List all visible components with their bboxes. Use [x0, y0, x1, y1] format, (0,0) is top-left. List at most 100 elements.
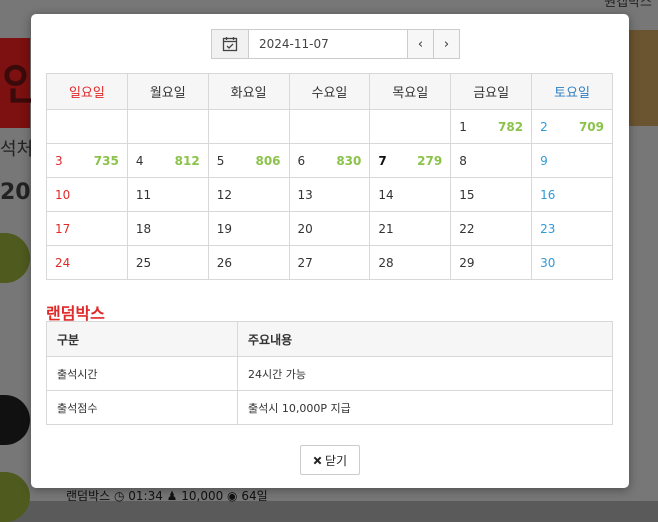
calendar-day-cell[interactable]: 5 806 [207, 143, 290, 178]
calendar-day-number: 11 [135, 187, 152, 202]
weekday-header-sunday: 일요일 [46, 73, 128, 110]
prev-month-button[interactable]: ‹ [408, 29, 434, 59]
calendar-day-cell[interactable]: 18 [126, 211, 209, 246]
calendar-day-number: 24 [55, 255, 71, 270]
calendar-empty-cell [46, 109, 128, 144]
calendar-body: 1 782 2 709 3 735 4 812 5 806 6 830 7 279 8 9 10 11 12 13 14… [46, 109, 613, 280]
calendar-empty-cell [288, 109, 371, 144]
attendance-count: 812 [174, 153, 200, 168]
close-button-label: 닫기 [324, 453, 348, 468]
calendar-day-cell[interactable]: 20 [288, 211, 371, 246]
calendar-day-cell[interactable]: 11 [126, 177, 209, 212]
next-month-button[interactable]: › [434, 29, 460, 59]
close-button[interactable]: 닫기 [300, 445, 360, 475]
calendar-week-row: 3 735 4 812 5 806 6 830 7 279 8 9 [46, 143, 613, 178]
calendar-day-number: 4 [135, 153, 144, 168]
calendar-day-cell[interactable]: 3 735 [46, 143, 128, 178]
calendar-day-content: 4 812 [136, 154, 200, 168]
calendar-day-cell[interactable]: 4 812 [126, 143, 209, 178]
calendar-day-content: 3 735 [55, 154, 119, 168]
calendar-day-cell[interactable]: 26 [207, 245, 290, 280]
calendar-day-number: 28 [378, 255, 394, 270]
calendar-day-number: 21 [378, 221, 394, 236]
calendar-day-cell[interactable]: 15 [450, 177, 533, 212]
calendar-day-number: 20 [297, 221, 313, 236]
weekday-header-thursday: 목요일 [369, 73, 452, 110]
table-row: 출석시간 24시간 가능 [46, 356, 613, 391]
table-row: 출석점수 출석시 10,000P 지급 [46, 390, 613, 425]
calendar-day-cell[interactable]: 27 [288, 245, 371, 280]
calendar-day-content: 18 [136, 222, 200, 236]
calendar-day-cell[interactable]: 17 [46, 211, 128, 246]
calendar-day-cell[interactable]: 1 782 [450, 109, 533, 144]
background-side-text: 석처 [0, 139, 34, 160]
calendar-day-cell[interactable]: 14 [369, 177, 452, 212]
calendar-day-cell[interactable]: 7 279 [369, 143, 452, 178]
calendar-day-content: 1 782 [459, 120, 523, 134]
background-mascot-image [628, 30, 658, 126]
calendar-day-content: 26 [217, 256, 281, 270]
chevron-left-icon: ‹ [417, 36, 424, 52]
weekday-header-friday: 금요일 [450, 73, 533, 110]
calendar-day-number: 5 [216, 153, 225, 168]
calendar-day-cell[interactable]: 19 [207, 211, 290, 246]
calendar-day-content: 6 830 [298, 154, 362, 168]
calendar-empty-cell [207, 109, 290, 144]
calendar-day-content: 15 [459, 188, 523, 202]
calendar-week-row: 1 782 2 709 [46, 109, 613, 144]
calendar-day-cell[interactable]: 12 [207, 177, 290, 212]
calendar-day-content: 25 [136, 256, 200, 270]
attendance-count: 709 [578, 119, 604, 134]
info-header-category: 구분 [46, 321, 238, 357]
calendar-day-cell[interactable]: 24 [46, 245, 128, 280]
calendar-day-cell[interactable]: 16 [531, 177, 613, 212]
calendar-day-content: 22 [459, 222, 523, 236]
calendar-day-content: 12 [217, 188, 281, 202]
weekday-header-wednesday: 수요일 [288, 73, 371, 110]
calendar-day-cell[interactable]: 2 709 [531, 109, 613, 144]
calendar-empty-cell [369, 109, 452, 144]
calendar-day-number: 26 [216, 255, 232, 270]
calendar-day-cell[interactable]: 29 [450, 245, 533, 280]
calendar-day-content: 13 [298, 188, 362, 202]
calendar-day-number: 19 [216, 221, 232, 236]
calendar-day-content: 11 [136, 188, 200, 202]
calendar-day-cell[interactable]: 21 [369, 211, 452, 246]
calendar-day-content: 17 [55, 222, 119, 236]
calendar-day-number: 9 [540, 153, 548, 168]
attendance-count: 735 [93, 153, 119, 168]
calendar-day-cell[interactable]: 9 [531, 143, 613, 178]
calendar-day-cell[interactable]: 10 [46, 177, 128, 212]
background-side-heading: 20 [0, 180, 31, 205]
calendar-day-cell[interactable]: 6 830 [288, 143, 371, 178]
weekday-header-monday: 월요일 [126, 73, 209, 110]
calendar-day-cell[interactable]: 8 [450, 143, 533, 178]
calendar-day-number: 14 [378, 187, 394, 202]
calendar-day-number: 8 [459, 153, 467, 168]
calendar-day-number: 3 [55, 153, 63, 168]
calendar-day-number: 29 [459, 255, 475, 270]
calendar-day-content: 29 [459, 256, 523, 270]
attendance-count: 830 [336, 153, 362, 168]
date-picker: ‹ › [211, 29, 460, 59]
calendar-day-cell[interactable]: 25 [126, 245, 209, 280]
info-cell-value: 24시간 가능 [237, 356, 613, 391]
calendar-day-cell[interactable]: 23 [531, 211, 613, 246]
calendar-button[interactable] [211, 29, 248, 59]
calendar-day-content: 14 [378, 188, 442, 202]
calendar-week-row: 24 25 26 27 28 29 30 [46, 245, 613, 280]
calendar-day-number: 17 [55, 221, 71, 236]
calendar-day-cell[interactable]: 30 [531, 245, 613, 280]
calendar-day-cell[interactable]: 28 [369, 245, 452, 280]
calendar-day-number: 15 [459, 187, 475, 202]
attendance-count: 782 [498, 119, 524, 134]
attendance-info-table: 구분 주요내용 출석시간 24시간 가능 출석점수 출석시 10,000P 지급 [46, 321, 613, 425]
calendar-day-cell[interactable]: 22 [450, 211, 533, 246]
calendar-day-number: 23 [540, 221, 556, 236]
calendar-day-cell[interactable]: 13 [288, 177, 371, 212]
date-input[interactable] [248, 29, 408, 59]
calendar-day-number: 18 [135, 221, 152, 236]
attendance-modal: ‹ › 일요일 월요일 화요일 수요일 목요일 금요일 토요일 17822709… [31, 14, 629, 488]
weekday-header-tuesday: 화요일 [207, 73, 290, 110]
calendar-day-content: 24 [55, 256, 119, 270]
